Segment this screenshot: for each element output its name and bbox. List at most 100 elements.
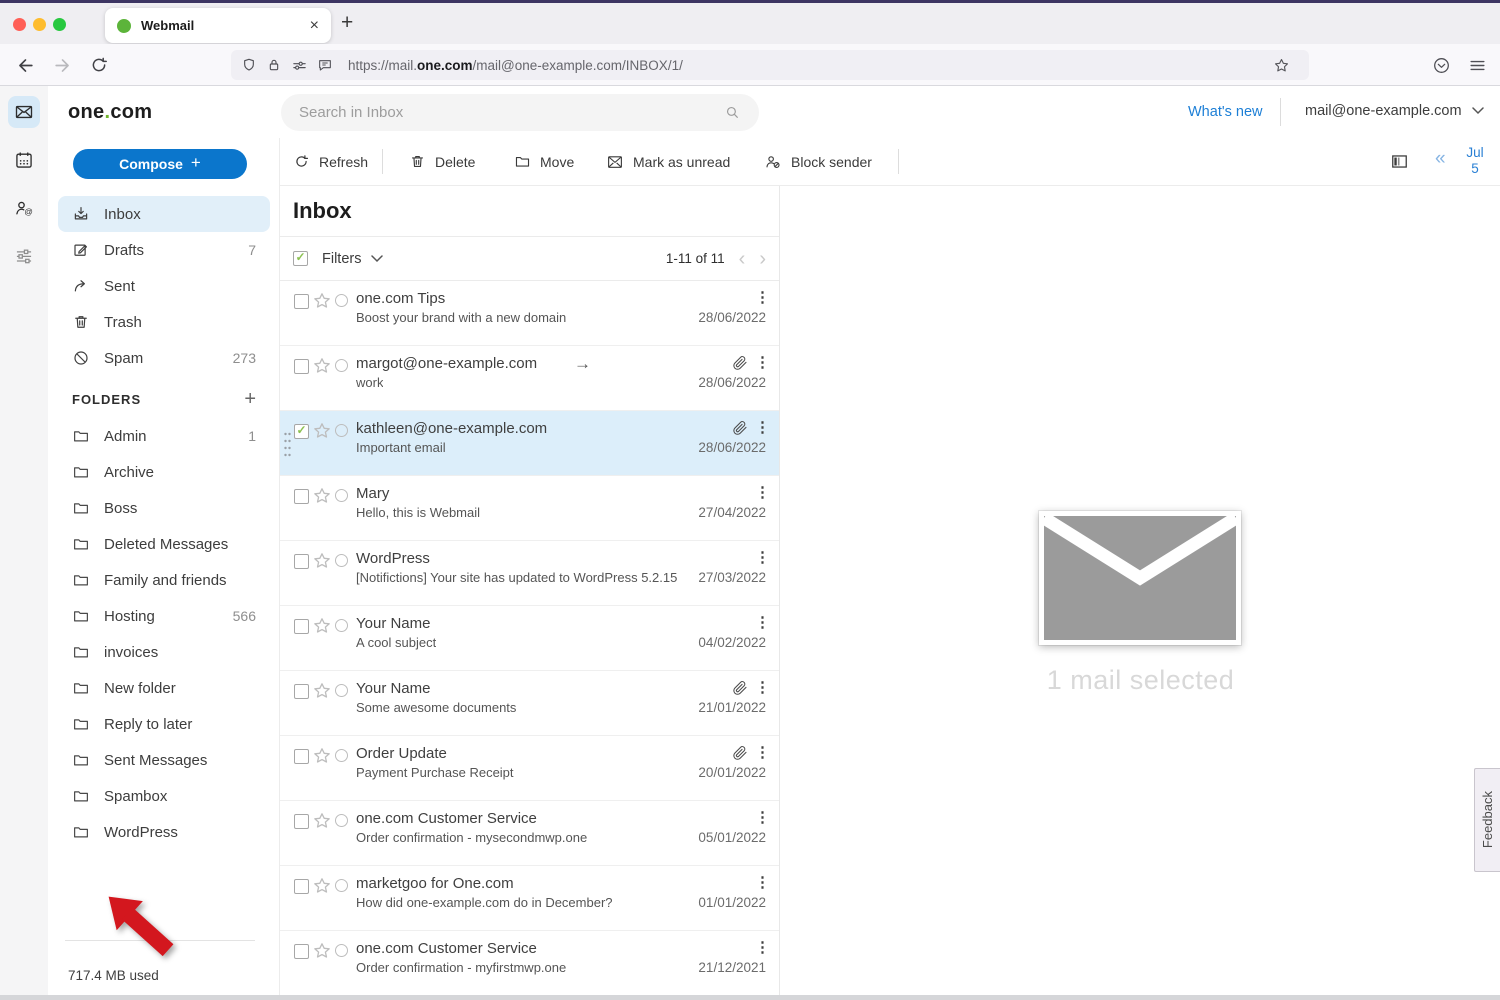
- drag-handle-icon[interactable]: [283, 430, 292, 458]
- rail-calendar-icon[interactable]: [8, 144, 40, 176]
- message-row[interactable]: Order Update → Payment Purchase Receipt …: [280, 736, 779, 801]
- message-checkbox[interactable]: [294, 684, 309, 699]
- sidebar-item-spam[interactable]: Spam 273: [58, 340, 270, 376]
- row-menu-icon[interactable]: ⋮: [755, 678, 770, 696]
- read-status-icon[interactable]: [335, 294, 348, 312]
- message-row[interactable]: one.com Customer Service → Order confirm…: [280, 931, 779, 996]
- notes-icon[interactable]: [317, 57, 333, 73]
- delete-button[interactable]: Delete: [409, 138, 475, 185]
- search-icon[interactable]: [724, 104, 741, 121]
- star-icon[interactable]: [313, 422, 331, 440]
- account-menu[interactable]: mail@one-example.com: [1305, 103, 1484, 119]
- star-icon[interactable]: [313, 552, 331, 570]
- message-checkbox[interactable]: [294, 619, 309, 634]
- bookmark-star-icon[interactable]: [1273, 57, 1290, 74]
- star-icon[interactable]: [313, 877, 331, 895]
- message-checkbox[interactable]: [294, 359, 309, 374]
- row-menu-icon[interactable]: ⋮: [755, 418, 770, 436]
- compose-button[interactable]: Compose +: [73, 149, 247, 179]
- message-checkbox[interactable]: [294, 944, 309, 959]
- message-row[interactable]: kathleen@one-example.com → Important ema…: [280, 411, 779, 476]
- message-row[interactable]: WordPress → [Notifictions] Your site has…: [280, 541, 779, 606]
- next-page-icon[interactable]: ›: [759, 249, 766, 269]
- row-menu-icon[interactable]: ⋮: [755, 483, 770, 501]
- row-menu-icon[interactable]: ⋮: [755, 938, 770, 956]
- star-icon[interactable]: [313, 617, 331, 635]
- message-checkbox[interactable]: [294, 879, 309, 894]
- message-checkbox[interactable]: [294, 749, 309, 764]
- url-bar[interactable]: https://mail.one.com/mail@one-example.co…: [231, 50, 1309, 80]
- chevron-down-icon[interactable]: [371, 255, 383, 263]
- rail-settings-icon[interactable]: [8, 240, 40, 272]
- lock-icon[interactable]: [266, 57, 282, 73]
- rail-contacts-icon[interactable]: @: [8, 192, 40, 224]
- sidebar-folder-item[interactable]: Archive: [58, 454, 270, 490]
- sidebar-folder-item[interactable]: Family and friends: [58, 562, 270, 598]
- rail-mail-icon[interactable]: [8, 96, 40, 128]
- message-row[interactable]: one.com Customer Service → Order confirm…: [280, 801, 779, 866]
- sidebar-folder-item[interactable]: Hosting 566: [58, 598, 270, 634]
- message-row[interactable]: margot@one-example.com → work 28/06/2022…: [280, 346, 779, 411]
- read-status-icon[interactable]: [335, 619, 348, 637]
- move-button[interactable]: Move: [514, 138, 574, 185]
- sidebar-folder-item[interactable]: Deleted Messages: [58, 526, 270, 562]
- message-row[interactable]: Mary → Hello, this is Webmail 27/04/2022…: [280, 476, 779, 541]
- star-icon[interactable]: [313, 942, 331, 960]
- permissions-icon[interactable]: [291, 57, 308, 74]
- menu-icon[interactable]: [1468, 56, 1487, 75]
- block-sender-button[interactable]: Block sender: [764, 138, 872, 185]
- sidebar-folder-item[interactable]: Reply to later: [58, 706, 270, 742]
- tab-close-icon[interactable]: ×: [310, 17, 319, 35]
- row-menu-icon[interactable]: ⋮: [755, 873, 770, 891]
- window-close-button[interactable]: [13, 18, 26, 31]
- row-menu-icon[interactable]: ⋮: [755, 353, 770, 371]
- sidebar-item-drafts[interactable]: Drafts 7: [58, 232, 270, 268]
- sidebar-folder-item[interactable]: Boss: [58, 490, 270, 526]
- read-status-icon[interactable]: [335, 749, 348, 767]
- read-status-icon[interactable]: [335, 814, 348, 832]
- message-row[interactable]: one.com Tips → Boost your brand with a n…: [280, 281, 779, 346]
- back-icon[interactable]: [16, 56, 35, 75]
- message-checkbox[interactable]: [294, 554, 309, 569]
- read-status-icon[interactable]: [335, 554, 348, 572]
- star-icon[interactable]: [313, 747, 331, 765]
- reading-pane-icon[interactable]: [1390, 152, 1409, 171]
- read-status-icon[interactable]: [335, 944, 348, 962]
- mark-as-unread-button[interactable]: Mark as unread: [606, 138, 730, 185]
- star-icon[interactable]: [313, 487, 331, 505]
- star-icon[interactable]: [313, 292, 331, 310]
- sidebar-item-sent[interactable]: Sent: [58, 268, 270, 304]
- row-menu-icon[interactable]: ⋮: [755, 613, 770, 631]
- sidebar-folder-item[interactable]: Admin 1: [58, 418, 270, 454]
- read-status-icon[interactable]: [335, 489, 348, 507]
- sidebar-folder-item[interactable]: WordPress: [58, 814, 270, 850]
- row-menu-icon[interactable]: ⋮: [755, 808, 770, 826]
- prev-page-icon[interactable]: ‹: [739, 249, 746, 269]
- window-minimize-button[interactable]: [33, 18, 46, 31]
- refresh-button[interactable]: Refresh: [293, 138, 368, 185]
- mini-calendar-date[interactable]: Jul 5: [1458, 145, 1492, 177]
- search-input[interactable]: [299, 104, 724, 121]
- sidebar-folder-item[interactable]: Sent Messages: [58, 742, 270, 778]
- forward-icon[interactable]: [53, 56, 72, 75]
- message-checkbox[interactable]: [294, 424, 309, 439]
- star-icon[interactable]: [313, 682, 331, 700]
- add-folder-button[interactable]: +: [244, 388, 256, 411]
- read-status-icon[interactable]: [335, 879, 348, 897]
- read-status-icon[interactable]: [335, 424, 348, 442]
- message-row[interactable]: marketgoo for One.com → How did one-exam…: [280, 866, 779, 931]
- read-status-icon[interactable]: [335, 684, 348, 702]
- filters-label[interactable]: Filters: [322, 251, 361, 267]
- select-all-checkbox[interactable]: [293, 251, 308, 266]
- message-checkbox[interactable]: [294, 294, 309, 309]
- message-checkbox[interactable]: [294, 814, 309, 829]
- row-menu-icon[interactable]: ⋮: [755, 548, 770, 566]
- window-zoom-button[interactable]: [53, 18, 66, 31]
- row-menu-icon[interactable]: ⋮: [755, 288, 770, 306]
- message-row[interactable]: Your Name → A cool subject 04/02/2022 ⋮: [280, 606, 779, 671]
- collapse-calendar-icon[interactable]: «: [1435, 148, 1446, 170]
- feedback-tab[interactable]: Feedback: [1474, 768, 1500, 872]
- message-checkbox[interactable]: [294, 489, 309, 504]
- whats-new-link[interactable]: What's new: [1188, 104, 1263, 120]
- star-icon[interactable]: [313, 357, 331, 375]
